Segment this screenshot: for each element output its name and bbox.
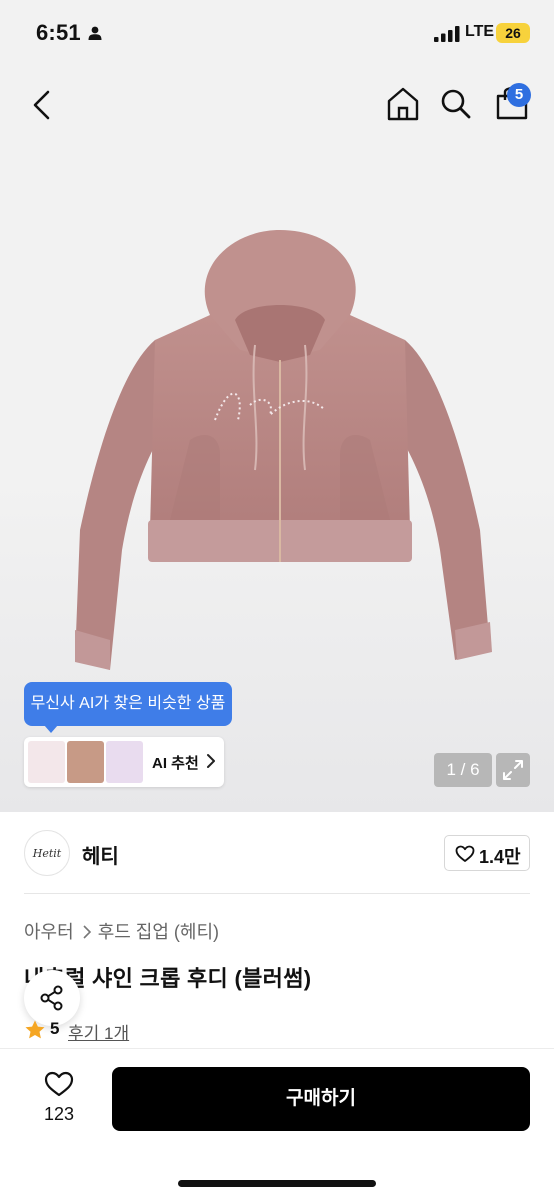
breadcrumb-item[interactable]: 아우터 — [24, 922, 74, 942]
battery-icon: 26 — [496, 23, 530, 43]
star-icon — [25, 1020, 45, 1039]
cart-count-badge: 5 — [507, 83, 531, 107]
hoodie-image — [75, 230, 492, 670]
review-link[interactable]: 후기 1개 — [68, 1019, 129, 1044]
person-icon — [88, 26, 102, 40]
chevron-right-icon — [83, 925, 91, 939]
signal-icon — [434, 26, 460, 42]
recommend-thumbnail — [106, 741, 143, 783]
share-icon — [40, 985, 63, 1011]
wishlist-heart-icon[interactable] — [44, 1070, 74, 1098]
image-page-indicator: 1 / 6 — [434, 753, 492, 787]
search-button[interactable] — [440, 87, 472, 121]
status-bar: 6:51 LTE 26 — [0, 0, 554, 64]
breadcrumb-item[interactable]: 후드 집업 (헤티) — [98, 922, 219, 942]
wishlist-count: 123 — [43, 1104, 75, 1124]
brand-like-button[interactable]: 1.4만 — [444, 835, 530, 871]
home-indicator — [178, 1180, 376, 1187]
home-button[interactable] — [386, 86, 420, 122]
share-button[interactable] — [24, 970, 80, 1026]
ai-recommend-button[interactable]: AI 추천 — [24, 737, 224, 787]
breadcrumb: 아우터 후드 집업 (헤티) — [24, 918, 219, 944]
ai-recommend-label: AI 추천 — [152, 755, 199, 772]
network-label: LTE — [465, 23, 495, 40]
brand-like-count: 1.4만 — [479, 847, 521, 867]
status-time: 6:51 — [36, 20, 81, 45]
divider — [24, 893, 530, 894]
ai-similar-tooltip: 무신사 AI가 찾은 비슷한 상품 — [24, 682, 232, 733]
rating-value: 5 — [50, 1019, 60, 1038]
recommend-thumbnail — [28, 741, 65, 783]
brand-logo[interactable]: Hetit — [24, 830, 70, 876]
heart-icon — [455, 845, 475, 862]
brand-name[interactable]: 헤티 — [82, 840, 119, 869]
back-button[interactable] — [30, 88, 54, 122]
buy-button[interactable]: 구매하기 — [112, 1067, 530, 1131]
expand-icon — [503, 760, 523, 780]
recommend-thumbnail — [67, 741, 104, 783]
expand-button[interactable] — [496, 753, 530, 787]
chevron-right-icon — [207, 754, 215, 768]
